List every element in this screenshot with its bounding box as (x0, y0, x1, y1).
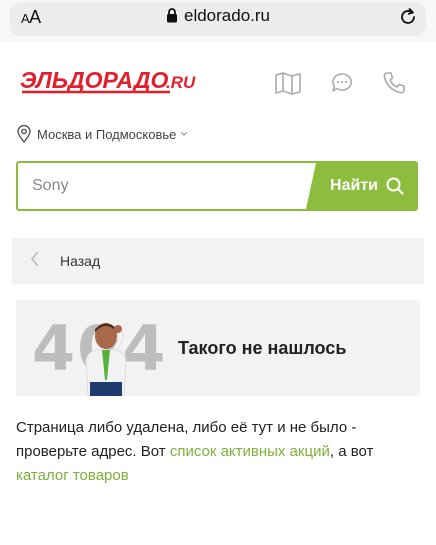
region-label: Москва и Подмосковье (37, 126, 177, 142)
region-selector[interactable]: Москва и Подмосковье (17, 124, 188, 144)
chat-icon[interactable] (330, 71, 354, 100)
search-bar: Найти (16, 161, 418, 211)
search-button[interactable]: Найти (306, 163, 416, 209)
error-description: Страница либо удалена, либо её тут и не … (16, 416, 421, 488)
lock-icon (166, 8, 178, 28)
browser-address-bar: AA eldorado.ru (0, 0, 436, 42)
back-link[interactable]: Назад (12, 238, 424, 284)
search-input[interactable] (18, 163, 318, 209)
search-icon (386, 177, 404, 195)
catalog-link[interactable]: каталог товаров (16, 467, 129, 484)
phone-icon[interactable] (382, 71, 406, 100)
chevron-left-icon (30, 250, 40, 273)
chevron-down-icon (180, 129, 188, 140)
back-label: Назад (60, 253, 101, 269)
logo-suffix: .RU (166, 73, 196, 92)
url-text: eldorado.ru (183, 6, 270, 25)
logo-text: ЭЛЬДОРАДО (20, 67, 169, 93)
reload-icon[interactable] (398, 7, 418, 32)
brand-logo[interactable]: ЭЛЬДОРАДО .RU (20, 65, 198, 100)
location-pin-icon (17, 125, 31, 143)
map-icon[interactable] (274, 71, 302, 100)
promotions-link[interactable]: список активных акций (170, 443, 330, 460)
error-title: Такого не нашлось (178, 338, 347, 358)
url-display[interactable]: eldorado.ru (0, 6, 436, 28)
error-card: 404 Такого не нашлось (16, 300, 420, 397)
search-button-label: Найти (330, 177, 378, 194)
description-text-middle: , а вот (329, 443, 374, 460)
confused-man-illustration (76, 320, 136, 401)
